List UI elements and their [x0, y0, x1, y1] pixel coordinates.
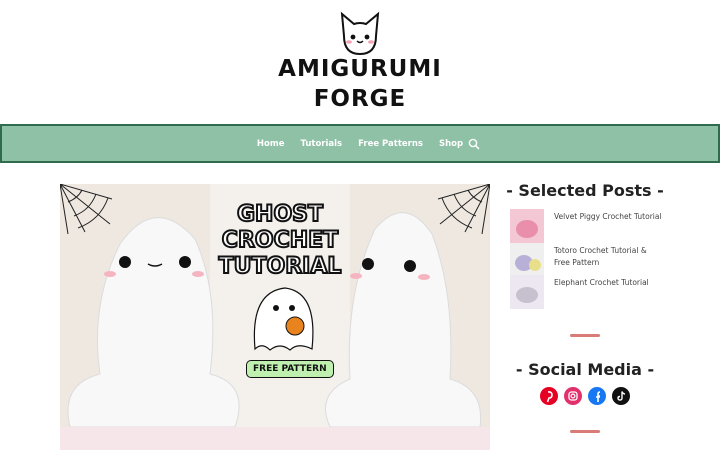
logo-text-line2: FORGE: [313, 86, 407, 112]
facebook-icon[interactable]: [588, 387, 606, 405]
selected-post-title[interactable]: Totoro Crochet Tutorial & Free Pattern: [554, 245, 664, 269]
free-pattern-badge: FREE PATTERN: [246, 360, 334, 378]
nav-tutorials[interactable]: Tutorials: [300, 139, 342, 149]
logo-text-line1: AMIGURUMI: [278, 56, 442, 82]
nav-shop[interactable]: Shop: [439, 139, 463, 149]
featured-post-image[interactable]: GHOST CROCHET TUTORIAL FREE PATTERN: [60, 184, 490, 427]
tiktok-icon[interactable]: [612, 387, 630, 405]
selected-posts-heading: - Selected Posts -: [506, 181, 664, 200]
nav-free-patterns[interactable]: Free Patterns: [358, 139, 423, 149]
cat-logo-icon: [340, 11, 380, 56]
main-nav: Home Tutorials Free Patterns Shop: [0, 124, 720, 163]
selected-post-item[interactable]: Totoro Crochet Tutorial & Free Pattern: [510, 243, 690, 277]
instagram-icon[interactable]: [564, 387, 582, 405]
nav-home[interactable]: Home: [257, 139, 285, 149]
site-logo[interactable]: AMIGURUMI FORGE: [0, 0, 720, 122]
search-icon[interactable]: [468, 138, 480, 150]
totoro-thumbnail: [510, 243, 544, 277]
hero-title: GHOST CROCHET TUTORIAL: [210, 201, 350, 280]
piggy-thumbnail: [510, 209, 544, 243]
pinterest-icon[interactable]: [540, 387, 558, 405]
selected-post-title[interactable]: Elephant Crochet Tutorial: [554, 277, 664, 289]
elephant-thumbnail: [510, 275, 544, 309]
section-divider: [570, 430, 600, 433]
section-divider: [570, 334, 600, 337]
selected-post-item[interactable]: Velvet Piggy Crochet Tutorial: [510, 209, 690, 243]
selected-post-title[interactable]: Velvet Piggy Crochet Tutorial: [554, 211, 664, 223]
hero-title-line1: GHOST: [236, 201, 324, 228]
social-media-heading: - Social Media -: [515, 360, 655, 379]
post-meta-strip: [60, 427, 490, 450]
hero-title-line2: CROCHET: [221, 227, 339, 254]
selected-post-item[interactable]: Elephant Crochet Tutorial: [510, 275, 690, 309]
hero-title-line3: TUTORIAL: [218, 253, 343, 280]
